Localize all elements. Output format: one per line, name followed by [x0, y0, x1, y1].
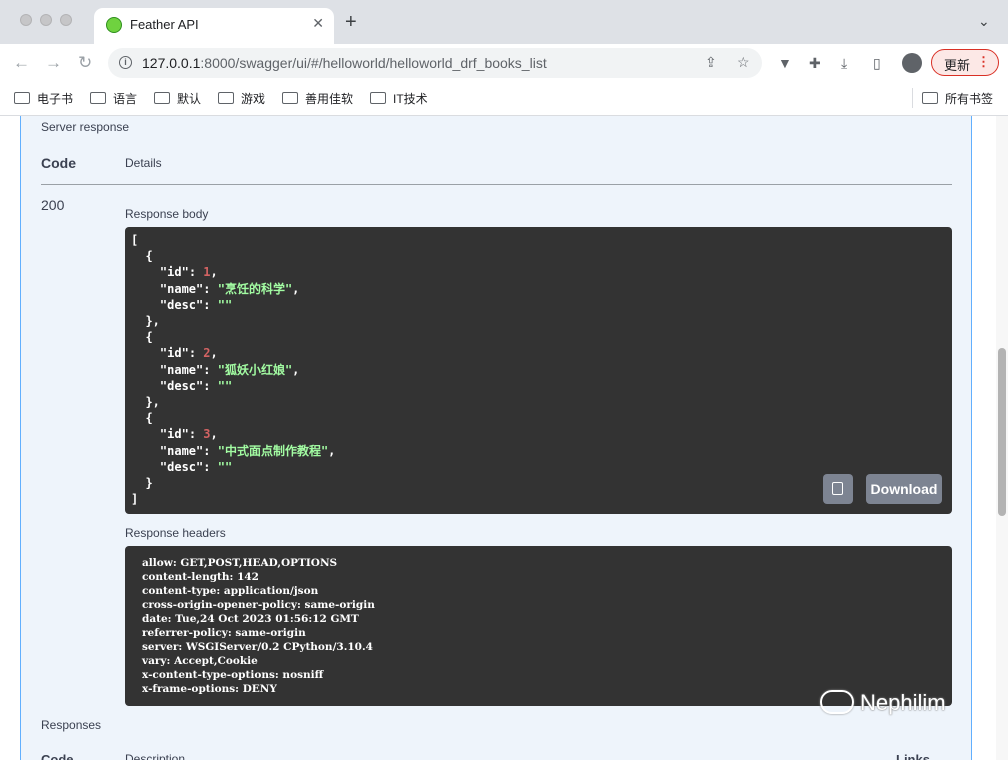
book-name: "烹饪的科学" — [217, 281, 293, 296]
book-desc: "" — [217, 459, 233, 474]
book-desc: "" — [217, 297, 233, 312]
code-column-header: Code — [41, 155, 76, 171]
responses-code-header: Code — [41, 752, 74, 760]
bookmark-divider — [912, 88, 913, 108]
maximize-window-button[interactable] — [60, 14, 72, 26]
folder-icon — [154, 92, 170, 104]
page-content: Server response Code Details 200 Respons… — [0, 116, 1008, 760]
book-id: 2 — [203, 346, 211, 361]
browser-titlebar: Feather API ✕ + ⌄ — [0, 0, 1008, 44]
response-body-label: Response body — [125, 207, 209, 221]
watermark: Nephilim — [820, 690, 946, 716]
bookmark-folder[interactable]: 善用佳软 — [282, 90, 353, 107]
scrollbar-thumb[interactable] — [998, 348, 1006, 516]
reload-icon[interactable]: ↻ — [78, 53, 92, 73]
url-text[interactable]: 127.0.0.1:8000/swagger/ui/#/helloworld/h… — [142, 55, 547, 71]
bookmark-folder[interactable]: IT技术 — [370, 90, 428, 107]
new-tab-icon[interactable]: + — [345, 12, 357, 32]
forward-icon[interactable]: → — [45, 53, 62, 73]
bookmark-folder[interactable]: 默认 — [154, 90, 201, 107]
bookmark-folder[interactable]: 电子书 — [14, 90, 73, 107]
server-response-title: Server response — [41, 120, 130, 134]
folder-icon — [14, 92, 30, 104]
close-window-button[interactable] — [20, 14, 32, 26]
chevron-down-icon[interactable]: ⌄ — [978, 13, 990, 30]
folder-icon — [90, 92, 106, 104]
star-icon[interactable]: ☆ — [737, 54, 750, 71]
favicon-icon — [106, 17, 122, 33]
bookmarks-bar: 电子书 语言 默认 游戏 善用佳软 IT技术 所有书签 — [0, 82, 1008, 116]
all-bookmarks[interactable]: 所有书签 — [922, 90, 993, 107]
side-panel-icon[interactable]: ▯ — [873, 55, 881, 72]
puzzle-extensions-icon[interactable]: ✚ — [809, 55, 821, 72]
responses-links-header: Links — [896, 752, 930, 760]
book-id: 3 — [203, 427, 211, 442]
json-body: [ { "id": 1, "name": "烹饪的科学", "desc": ""… — [131, 233, 336, 507]
book-name: "狐妖小红娘" — [217, 362, 293, 377]
folder-icon — [922, 92, 938, 104]
browser-tab[interactable]: Feather API ✕ — [94, 8, 334, 44]
minimize-window-button[interactable] — [40, 14, 52, 26]
wechat-icon — [820, 690, 854, 714]
address-bar[interactable]: i 127.0.0.1:8000/swagger/ui/#/helloworld… — [108, 48, 762, 78]
update-button[interactable]: 更新 ⋮ — [931, 49, 999, 76]
clipboard-icon — [832, 482, 843, 495]
page-scrollbar[interactable] — [996, 116, 1008, 760]
book-id: 1 — [203, 265, 211, 280]
book-desc: "" — [217, 378, 233, 393]
download-icon[interactable]: ⤓ — [841, 55, 847, 72]
tab-title: Feather API — [130, 17, 199, 32]
back-icon[interactable]: ← — [13, 53, 30, 73]
close-tab-icon[interactable]: ✕ — [312, 15, 324, 32]
status-code: 200 — [41, 197, 65, 213]
book-name: "中式面点制作教程" — [217, 443, 329, 458]
download-button[interactable]: Download — [866, 474, 942, 504]
copy-to-clipboard-button[interactable] — [823, 474, 853, 504]
folder-icon — [282, 92, 298, 104]
headers-text: allow: GET,POST,HEAD,OPTIONS content-len… — [142, 557, 375, 695]
update-label: 更新 — [944, 58, 971, 73]
profile-avatar[interactable] — [902, 53, 922, 73]
bookmark-folder[interactable]: 游戏 — [218, 90, 265, 107]
response-headers-code[interactable]: allow: GET,POST,HEAD,OPTIONS content-len… — [125, 546, 952, 706]
responses-title: Responses — [41, 718, 102, 732]
watermark-text: Nephilim — [860, 690, 946, 715]
folder-icon — [370, 92, 386, 104]
responses-description-header: Description — [125, 752, 186, 760]
vue-extension-icon[interactable]: ▼ — [778, 55, 792, 71]
details-column-header: Details — [125, 156, 162, 170]
folder-icon — [218, 92, 234, 104]
more-menu-icon[interactable]: ⋮ — [977, 54, 990, 70]
share-icon[interactable]: ⇪ — [705, 54, 717, 71]
bookmark-folder[interactable]: 语言 — [90, 90, 137, 107]
browser-toolbar: ← → ↻ i 127.0.0.1:8000/swagger/ui/#/hell… — [0, 44, 1008, 82]
response-headers-label: Response headers — [125, 526, 226, 540]
site-info-icon[interactable]: i — [119, 56, 132, 69]
response-body-code[interactable]: [ { "id": 1, "name": "烹饪的科学", "desc": ""… — [125, 227, 952, 514]
header-divider — [41, 184, 952, 185]
